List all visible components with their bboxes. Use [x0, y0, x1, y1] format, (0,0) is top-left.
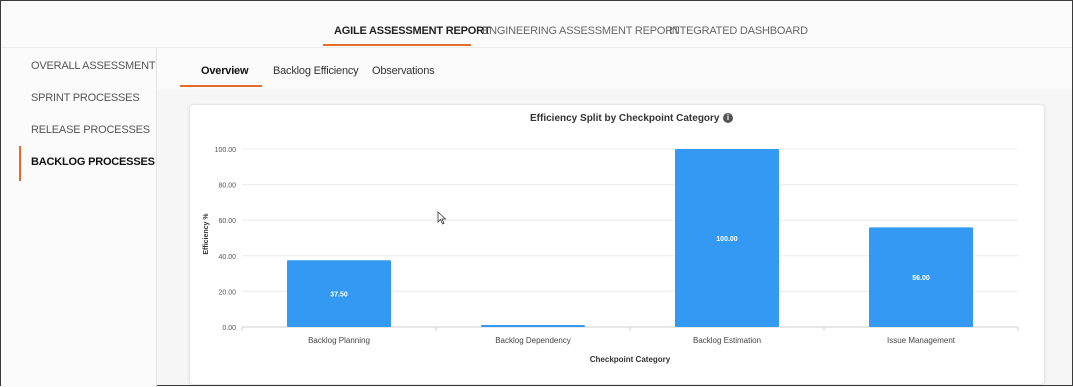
y-tick-label: 40.00 [218, 254, 236, 261]
x-tick-label: Backlog Estimation [693, 336, 761, 345]
sidebar-item-release-processes[interactable]: RELEASE PROCESSES [31, 124, 150, 136]
mouse-cursor-icon [437, 211, 447, 225]
active-tab-indicator [323, 44, 471, 46]
x-tick-label: Issue Management [887, 336, 956, 345]
y-tick-label: 100.00 [215, 147, 237, 154]
tab-observations[interactable]: Observations [372, 65, 435, 77]
chart-card: Efficiency Split by Checkpoint Category … [189, 104, 1045, 385]
sidebar-active-indicator [19, 146, 21, 181]
sidebar-item-sprint-processes[interactable]: SPRINT PROCESSES [31, 92, 140, 104]
y-axis-title: Efficiency % [203, 213, 210, 255]
y-tick-label: 60.00 [218, 218, 236, 225]
x-axis-title: Checkpoint Category [590, 355, 671, 364]
y-tick-label: 80.00 [218, 183, 236, 190]
app-window: AGILE ASSESSMENT REPORT ENGINEERING ASSE… [0, 0, 1073, 387]
data-label: 37.50 [330, 292, 348, 299]
tab-integrated-dashboard[interactable]: INTEGRATED DASHBOARD [669, 25, 808, 37]
active-subtab-indicator [180, 85, 262, 87]
data-label: 100.00 [716, 236, 738, 243]
data-label: 56.00 [912, 275, 930, 282]
tab-agile-assessment-report[interactable]: AGILE ASSESSMENT REPORT [334, 25, 491, 37]
y-tick-label: 20.00 [218, 289, 236, 296]
sub-tabs: Overview Backlog Efficiency Observations [157, 48, 1072, 89]
bar-chart: 0.00 20.00 40.00 60.00 80.00 100.00 37.50 Backl… [203, 147, 1019, 364]
y-tick-label: 0.00 [222, 325, 236, 332]
tab-engineering-assessment-report[interactable]: ENGINEERING ASSESSMENT REPORT [482, 25, 680, 37]
x-tick-label: Backlog Planning [308, 336, 370, 345]
tab-overview[interactable]: Overview [201, 65, 249, 77]
top-navigation: AGILE ASSESSMENT REPORT ENGINEERING ASSE… [1, 1, 1072, 48]
sidebar-item-overall-assessment[interactable]: OVERALL ASSESSMENT [31, 60, 156, 72]
tab-backlog-efficiency[interactable]: Backlog Efficiency [273, 65, 359, 77]
sidebar-item-backlog-processes[interactable]: BACKLOG PROCESSES [31, 156, 155, 168]
sidebar: OVERALL ASSESSMENT SPRINT PROCESSES RELE… [1, 48, 157, 387]
bar [481, 325, 585, 327]
x-tick-label: Backlog Dependency [495, 336, 571, 345]
